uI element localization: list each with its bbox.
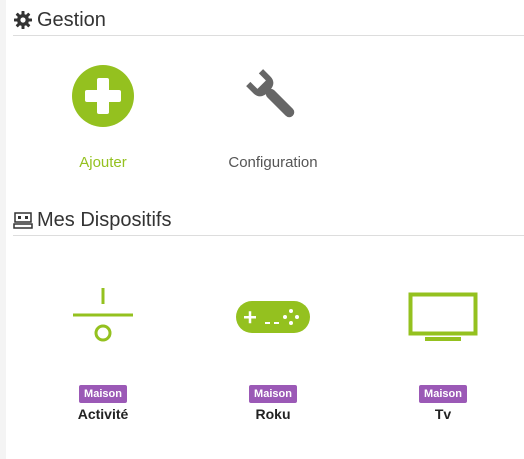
location-badge: Maison: [249, 385, 297, 403]
devices-header: Mes Dispositifs: [13, 205, 524, 236]
wrench-icon: [241, 64, 305, 133]
device-card-activite[interactable]: Maison Activité: [43, 288, 163, 422]
devices-icon: [13, 210, 33, 230]
add-label: Ajouter: [79, 154, 127, 171]
gear-icon: [13, 10, 33, 30]
gamepad-icon: [233, 288, 313, 348]
device-card-roku[interactable]: Maison Roku: [213, 288, 333, 422]
page: Gestion Ajouter Configuration Mes Dispos…: [0, 0, 524, 459]
location-badge: Maison: [419, 385, 467, 403]
activity-icon: [63, 288, 143, 348]
left-edge-strip: [0, 0, 6, 459]
devices-title: Mes Dispositifs: [37, 208, 172, 231]
device-name: Roku: [255, 406, 291, 422]
gestion-title: Gestion: [37, 8, 106, 31]
plus-circle-icon: [71, 64, 135, 133]
device-name: Tv: [434, 406, 452, 422]
tv-icon: [403, 288, 483, 348]
configuration-label: Configuration: [228, 154, 318, 171]
configuration-button[interactable]: Configuration: [213, 64, 333, 171]
gestion-header: Gestion: [13, 5, 524, 36]
device-name: Activité: [77, 406, 129, 422]
location-badge: Maison: [79, 385, 127, 403]
device-card-tv[interactable]: Maison Tv: [383, 288, 503, 422]
add-button[interactable]: Ajouter: [63, 64, 143, 171]
